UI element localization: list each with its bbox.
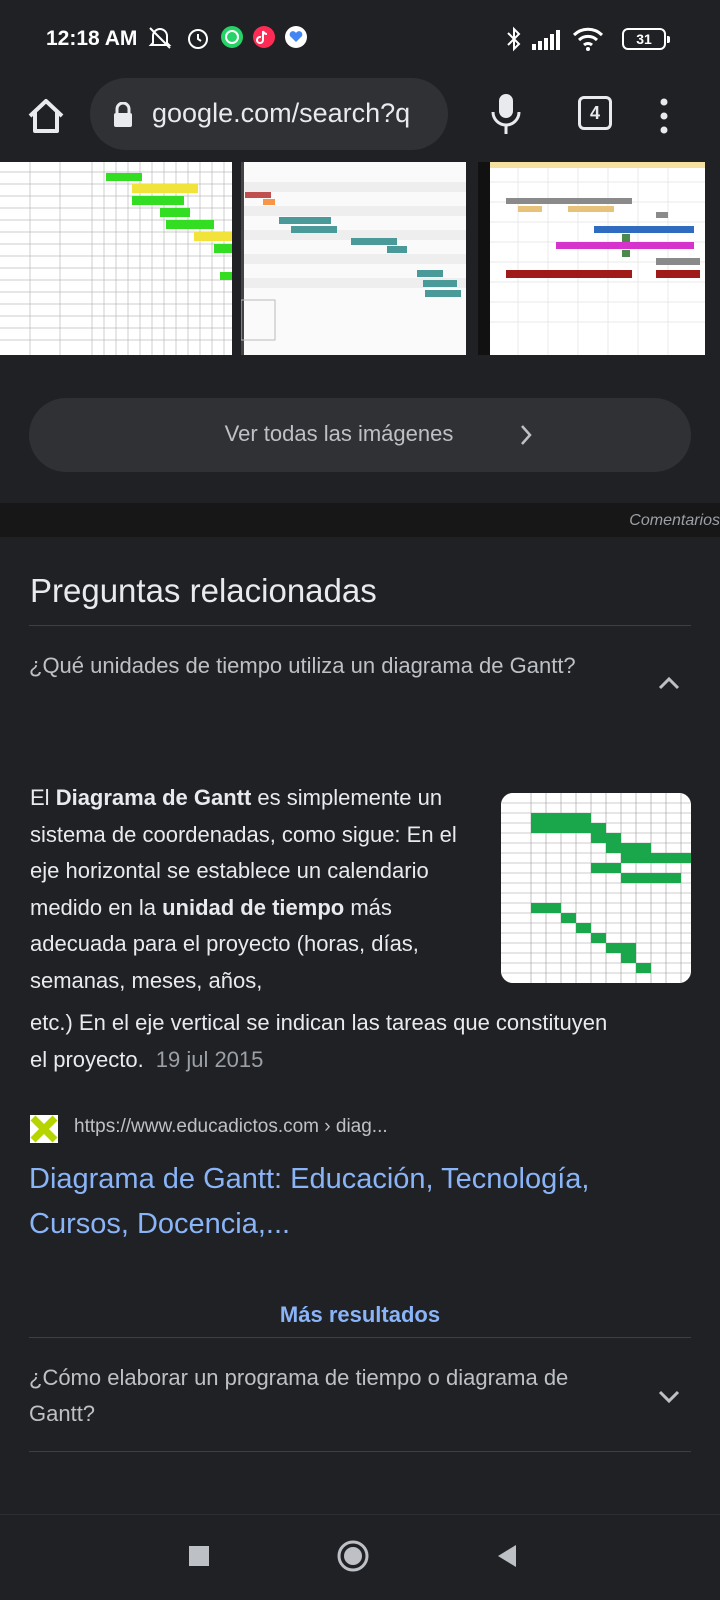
mic-icon[interactable] xyxy=(484,90,528,138)
back-icon[interactable] xyxy=(496,1543,518,1569)
bluetooth-icon xyxy=(507,26,521,52)
home-nav-icon[interactable] xyxy=(336,1539,370,1573)
system-nav-bar xyxy=(0,1514,720,1600)
chevron-down-icon[interactable] xyxy=(658,1390,680,1404)
source-url[interactable]: https://www.educadictos.com › diag... xyxy=(74,1116,388,1138)
answer-snippet-continued: etc.) En el eje vertical se indican las … xyxy=(30,1005,630,1078)
related-questions-title: Preguntas relacionadas xyxy=(30,572,377,609)
answer-snippet: El Diagrama de Gantt es simplemente un s… xyxy=(30,780,460,999)
health-heart-icon xyxy=(285,26,307,48)
answer-image[interactable] xyxy=(501,793,691,983)
tab-switcher-button[interactable]: 4 xyxy=(578,96,612,130)
site-favicon-icon xyxy=(30,1115,58,1143)
answer-text: etc.) En el eje vertical se indican las … xyxy=(30,1010,608,1072)
chevron-up-icon[interactable] xyxy=(658,676,680,690)
signal-icon xyxy=(532,30,560,50)
gantt-thumbnail-image xyxy=(0,162,232,355)
answer-bold-text: Diagrama de Gantt xyxy=(55,785,252,810)
divider xyxy=(29,1451,691,1452)
answer-date: 19 jul 2015 xyxy=(155,1046,264,1072)
tiktok-icon xyxy=(253,26,275,48)
image-results-strip xyxy=(0,162,720,355)
lock-icon xyxy=(114,102,132,127)
source-title-link[interactable]: Diagrama de Gantt: Educación, Tecnología… xyxy=(29,1157,669,1247)
more-results-button[interactable]: Más resultados xyxy=(0,1302,720,1328)
answer-text: El xyxy=(30,785,56,810)
related-question-1[interactable]: ¿Qué unidades de tiempo utiliza un diagr… xyxy=(29,648,609,684)
alarm-icon xyxy=(188,29,208,49)
bell-off-icon xyxy=(148,27,172,49)
whatsapp-icon xyxy=(221,26,243,48)
divider xyxy=(29,625,691,626)
recents-icon[interactable] xyxy=(188,1545,210,1567)
address-bar[interactable]: google.com/search?q xyxy=(90,78,448,150)
answer-bold-text: unidad de tiempo xyxy=(162,894,345,920)
more-vert-icon[interactable] xyxy=(654,94,674,138)
browser-toolbar: google.com/search?q 4 xyxy=(0,78,720,162)
gantt-table-image xyxy=(501,793,691,983)
image-result[interactable] xyxy=(0,162,232,355)
gantt-thumbnail-image xyxy=(241,162,466,355)
wifi-icon xyxy=(572,27,604,51)
chevron-right-icon xyxy=(521,425,532,445)
image-result[interactable] xyxy=(241,162,466,355)
image-result[interactable] xyxy=(478,162,705,355)
see-all-images-label: Ver todas las imágenes xyxy=(224,421,454,446)
battery-icon: 31 xyxy=(622,28,670,50)
status-time: 12:18 AM xyxy=(46,27,138,50)
home-icon[interactable] xyxy=(22,92,70,140)
section-divider: Comentarios xyxy=(0,503,720,537)
status-bar: 12:18 AM 31 xyxy=(0,0,720,78)
divider xyxy=(29,1337,691,1338)
related-question-2[interactable]: ¿Cómo elaborar un programa de tiempo o d… xyxy=(29,1360,609,1432)
url-text: google.com/search?q xyxy=(152,98,411,128)
see-all-images-button[interactable]: Ver todas las imágenes xyxy=(29,398,691,472)
feedback-link[interactable]: Comentarios xyxy=(629,512,720,530)
gantt-thumbnail-image xyxy=(478,162,705,355)
